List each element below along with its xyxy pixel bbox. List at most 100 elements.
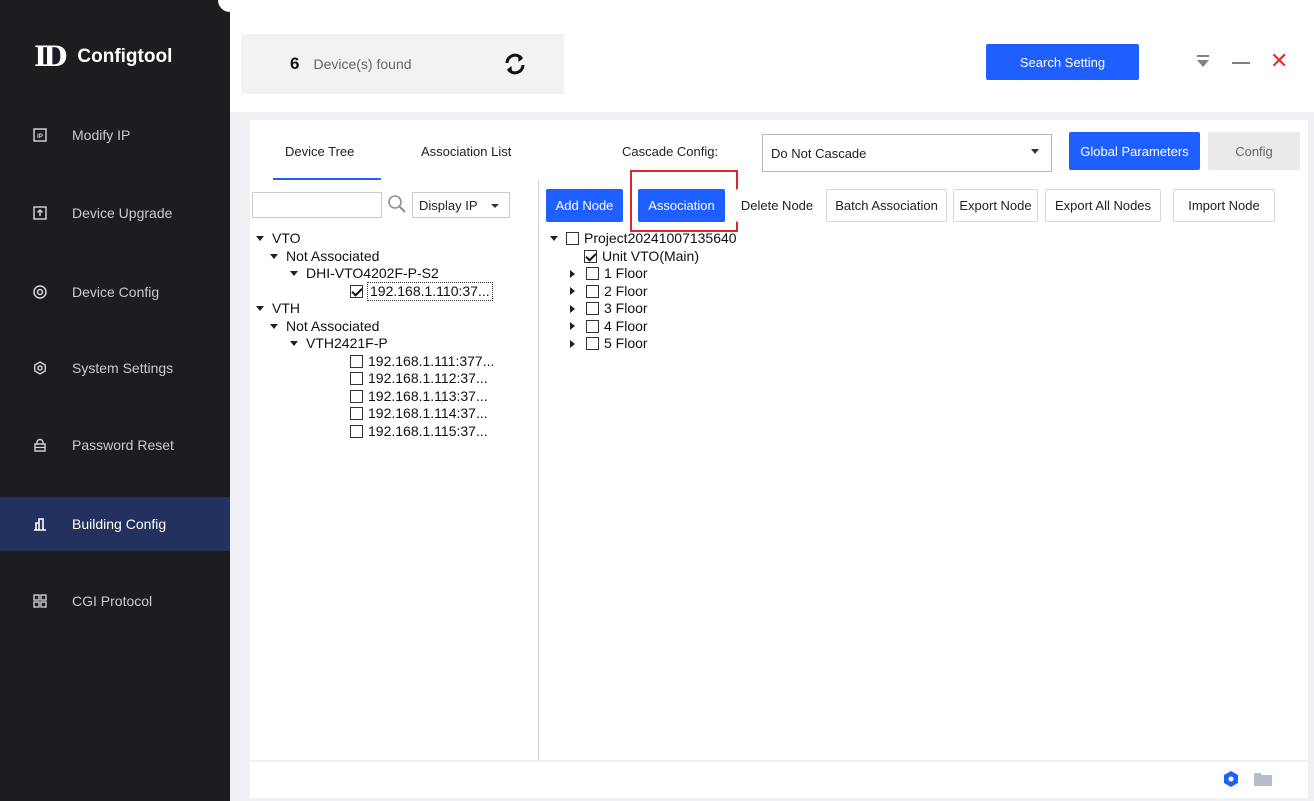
device-ip-label: 192.168.1.115:37... (368, 422, 488, 439)
app-logo: ID Configtool (34, 40, 172, 73)
expand-triangle-icon[interactable] (290, 341, 298, 347)
tree-node-vto[interactable]: VTO (256, 230, 494, 248)
expand-triangle-icon[interactable] (270, 323, 278, 329)
device-checkbox[interactable] (350, 424, 363, 438)
tree-node-floor[interactable]: 5 Floor (550, 335, 737, 353)
device-checkbox[interactable] (350, 407, 363, 421)
device-found-panel: 6 Device(s) found (241, 34, 564, 94)
tree-node-floor[interactable]: 2 Floor (550, 283, 737, 301)
unit-checkbox[interactable] (584, 249, 597, 263)
floor-checkbox[interactable] (586, 319, 599, 333)
tree-node-label: 4 Floor (604, 317, 648, 334)
tree-node-unit[interactable]: Unit VTO(Main) (550, 248, 737, 266)
tree-device-row[interactable]: 192.168.1.113:37... (256, 388, 494, 406)
project-checkbox[interactable] (566, 232, 579, 246)
floor-checkbox[interactable] (586, 337, 599, 351)
search-input[interactable] (252, 192, 382, 218)
tree-node-floor[interactable]: 1 Floor (550, 265, 737, 283)
export-all-nodes-button[interactable]: Export All Nodes (1045, 189, 1161, 222)
expand-triangle-icon[interactable] (256, 236, 264, 242)
search-icon[interactable] (387, 194, 407, 214)
sidebar-item-device-upgrade[interactable]: Device Upgrade (0, 186, 230, 240)
export-node-button[interactable]: Export Node (953, 189, 1038, 222)
tree-node-vth-group[interactable]: Not Associated (256, 318, 494, 336)
tree-device-row[interactable]: 192.168.1.114:37... (256, 405, 494, 423)
collapsed-triangle-icon[interactable] (570, 269, 575, 278)
device-checkbox[interactable] (350, 372, 363, 386)
expand-triangle-icon[interactable] (290, 271, 298, 277)
sidebar-corner (218, 0, 230, 12)
sidebar-item-cgi-protocol[interactable]: CGI Protocol (0, 574, 230, 628)
sidebar-item-label: Building Config (72, 516, 167, 532)
refresh-icon[interactable] (503, 52, 527, 76)
tree-node-vth[interactable]: VTH (256, 300, 494, 318)
tree-node-vto-group[interactable]: Not Associated (256, 248, 494, 266)
sidebar-item-label: Device Upgrade (72, 205, 173, 221)
collapsed-triangle-icon[interactable] (570, 304, 575, 313)
floor-checkbox[interactable] (586, 302, 599, 316)
display-mode-value: Display IP (419, 197, 478, 213)
folder-icon[interactable] (1253, 771, 1273, 787)
collapsed-triangle-icon[interactable] (570, 287, 575, 296)
filter-icon[interactable] (1196, 54, 1210, 68)
tree-node-label: 5 Floor (604, 335, 648, 351)
minimize-icon[interactable] (1232, 62, 1250, 64)
tree-node-project[interactable]: Project20241007135640 (550, 230, 737, 248)
building-tree-pane: Add Node Association Delete Node Batch A… (540, 170, 1308, 760)
tree-device-row[interactable]: 192.168.1.112:37... (256, 370, 494, 388)
sidebar-item-password-reset[interactable]: Password Reset (0, 418, 230, 472)
tree-device-row[interactable]: 192.168.1.110:37... (256, 281, 494, 301)
add-node-button[interactable]: Add Node (546, 189, 623, 222)
tree-node-label: VTH2421F-P (306, 335, 388, 351)
display-mode-select[interactable]: Display IP (412, 192, 510, 218)
device-config-icon (32, 284, 48, 300)
floor-checkbox[interactable] (586, 267, 599, 281)
top-bar: 6 Device(s) found Search Setting ✕ (230, 0, 1314, 112)
app-title: Configtool (77, 45, 173, 67)
cascade-config-select[interactable]: Do Not Cascade (762, 134, 1052, 172)
building-tree: Project20241007135640 Unit VTO(Main) 1 F… (550, 230, 737, 353)
building-icon (32, 516, 48, 532)
config-button[interactable]: Config (1208, 132, 1300, 170)
sidebar-item-modify-ip[interactable]: IP Modify IP (0, 108, 230, 162)
settings-hex-icon[interactable] (1222, 770, 1240, 788)
tab-device-tree[interactable]: Device Tree (285, 144, 354, 159)
status-bar (250, 762, 1308, 798)
cgi-icon (32, 593, 48, 609)
sidebar-item-label: Password Reset (72, 437, 174, 453)
device-ip-label: 192.168.1.111:377... (368, 352, 495, 369)
tree-node-label: Not Associated (286, 317, 380, 334)
expand-triangle-icon[interactable] (270, 253, 278, 259)
tree-device-row[interactable]: 192.168.1.115:37... (256, 423, 494, 441)
expand-triangle-icon[interactable] (550, 236, 558, 242)
expand-triangle-icon[interactable] (256, 306, 264, 312)
import-node-button[interactable]: Import Node (1173, 189, 1275, 222)
tab-association-list[interactable]: Association List (421, 144, 511, 159)
delete-node-button[interactable]: Delete Node (736, 189, 818, 222)
lock-icon (32, 437, 48, 453)
tree-node-floor[interactable]: 4 Floor (550, 318, 737, 336)
device-checkbox[interactable] (350, 354, 363, 368)
tree-node-floor[interactable]: 3 Floor (550, 300, 737, 318)
global-parameters-button[interactable]: Global Parameters (1069, 132, 1200, 170)
cascade-config-value: Do Not Cascade (771, 145, 867, 161)
device-ip-label: 192.168.1.112:37... (368, 370, 488, 386)
tree-node-vto-model[interactable]: DHI-VTO4202F-P-S2 (256, 265, 494, 283)
sidebar-item-building-config[interactable]: Building Config (0, 497, 230, 551)
collapsed-triangle-icon[interactable] (570, 322, 575, 331)
tree-node-label: 1 Floor (604, 265, 648, 281)
sidebar-item-device-config[interactable]: Device Config (0, 265, 230, 319)
tree-node-vth-model[interactable]: VTH2421F-P (256, 335, 494, 353)
association-highlight-box (630, 170, 738, 232)
batch-association-button[interactable]: Batch Association (826, 189, 947, 222)
floor-checkbox[interactable] (586, 284, 599, 298)
tree-node-label: 2 Floor (604, 282, 648, 299)
sidebar-item-system-settings[interactable]: System Settings (0, 341, 230, 395)
search-setting-button[interactable]: Search Setting (986, 44, 1139, 80)
collapsed-triangle-icon[interactable] (570, 339, 575, 348)
device-checkbox[interactable] (350, 284, 363, 298)
device-checkbox[interactable] (350, 389, 363, 403)
device-tree: VTO Not Associated DHI-VTO4202F-P-S2 192… (256, 230, 494, 440)
close-icon[interactable]: ✕ (1270, 50, 1288, 72)
tree-device-row[interactable]: 192.168.1.111:377... (256, 353, 494, 371)
